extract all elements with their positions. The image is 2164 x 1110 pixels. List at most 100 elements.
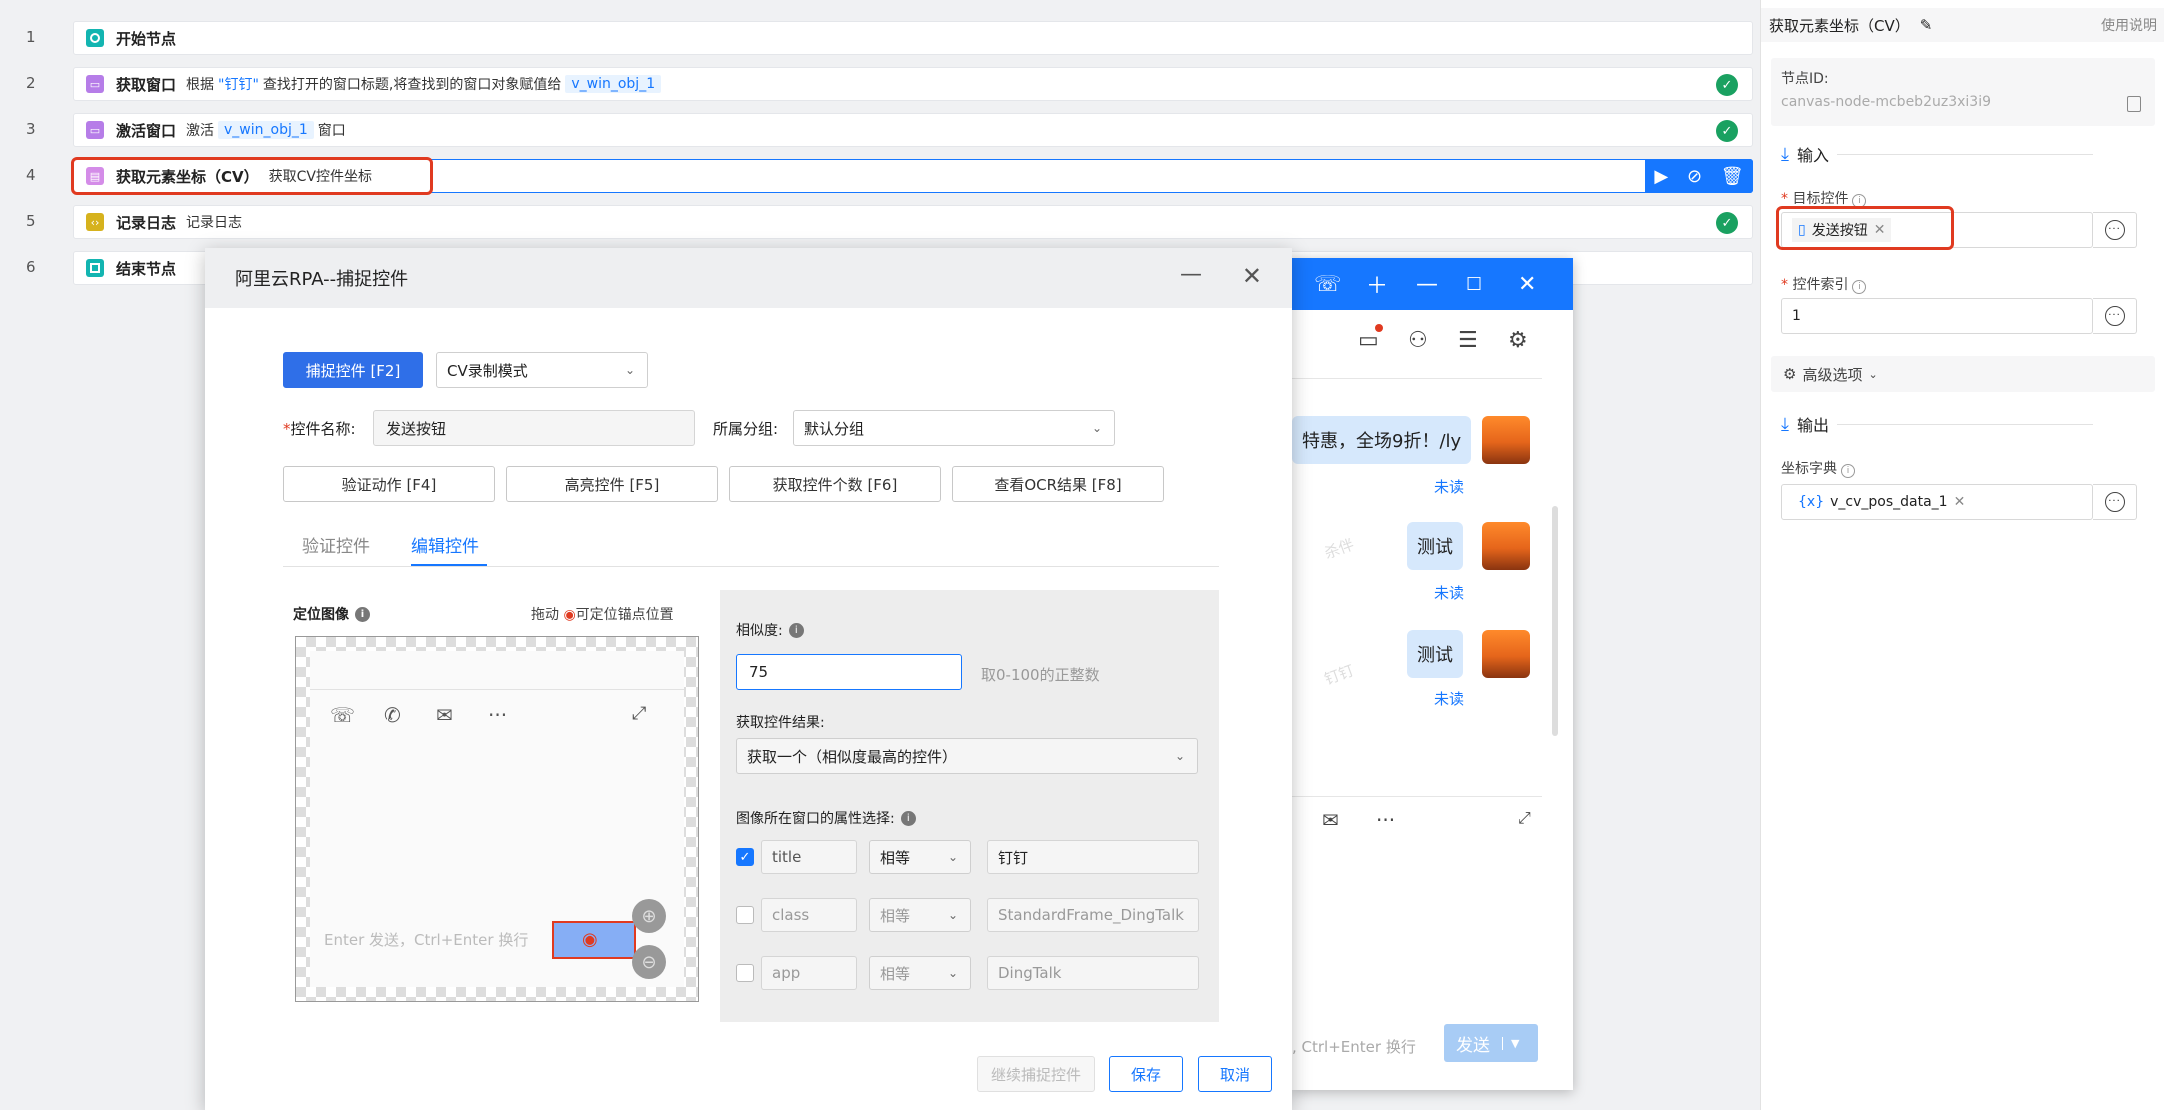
name-input[interactable]: 发送按钮 [373,410,695,446]
preview-image[interactable]: ☏ ✆ ✉ ··· ⤢ Enter 发送，Ctrl+Enter 换行 ◉ ⊕ ⊖ [295,636,699,1002]
phone-icon[interactable]: ☏ [1314,272,1342,297]
similarity-input[interactable]: 75 [736,654,962,690]
input-icon: ⤓ [1781,143,1789,165]
desc-text: 根据 [186,77,215,93]
anchor-box[interactable]: ◉ [552,921,636,959]
advanced-options[interactable]: ⚙ 高级选项 ⌄ [1771,356,2155,392]
coord-value: v_cv_pos_data_1 [1830,494,1948,510]
node-actions: ▶ ⊘ 🗑 [1645,159,1753,193]
variable-icon: {x} [1798,494,1825,510]
output-icon: ⤓ [1781,413,1789,435]
variable-chip: v_win_obj_1 [565,75,662,93]
drag-hint-text: 拖动 [531,607,559,623]
attr-op-value: 相等 [880,848,911,867]
tab-verify[interactable]: 验证控件 [302,532,370,557]
ocr-button[interactable]: 查看OCR结果 [F8] [952,466,1164,502]
expand-icon[interactable]: ⤢ [1518,808,1531,828]
count-button[interactable]: 获取控件个数 [F6] [729,466,941,502]
flow-node-get-window[interactable]: ▭ 获取窗口 根据 "钉钉" 查找打开的窗口标题,将查找到的窗口对象赋值给 v_… [73,67,1753,101]
more-icon[interactable]: ··· [1376,808,1395,832]
close-icon[interactable]: ✕ [1242,262,1262,290]
index-more-button[interactable]: ··· [2093,298,2137,334]
attr-op-value: 相等 [880,906,911,925]
capture-dialog: 阿里云RPA--捕捉控件 — ✕ 捕捉控件 [F2] CV录制模式 ⌄ *控件名称… [205,248,1292,1110]
section-title: 输出 [1796,416,1829,435]
minimize-icon[interactable]: — [1180,262,1202,287]
result-select[interactable]: 获取一个（相似度最高的控件） ⌄ [736,738,1198,774]
add-icon[interactable]: ＋ [1366,268,1388,300]
coord-more-button[interactable]: ··· [2093,484,2137,520]
dialog-header: 阿里云RPA--捕捉控件 — ✕ [205,248,1292,308]
save-button[interactable]: 保存 [1109,1056,1183,1092]
attr-value-input[interactable]: 钉钉 [987,840,1199,874]
send-button[interactable]: 发送 ▼ [1444,1024,1538,1062]
disable-icon[interactable]: ⊘ [1687,166,1702,187]
result-value: 获取一个（相似度最高的控件） [747,747,958,766]
dingtalk-chat-window: ☏ ＋ — ☐ ✕ ▭ ⚇ ☰ ⚙ 特惠，全场9折！/ly 未读 杀伴 测试 未… [1292,258,1573,1090]
run-icon[interactable]: ▶ [1654,166,1668,187]
row-number: 3 [26,120,36,138]
settings-icon[interactable]: ⚙ [1508,328,1528,353]
watermark: 杀伴 [1321,535,1357,563]
panel-title: 获取元素坐标（CV） [1769,16,1910,35]
attr-value-input[interactable]: StandardFrame_DingTalk [987,898,1199,932]
scrollbar[interactable] [1552,506,1558,736]
cancel-button[interactable]: 取消 [1198,1056,1272,1092]
input-hint: , Ctrl+Enter 换行 [1292,1038,1416,1056]
attr-op-select[interactable]: 相等 ⌄ [869,840,971,874]
node-title: 结束节点 [116,259,177,278]
success-check-icon: ✓ [1716,212,1738,234]
index-label: * 控件索引 i [1781,274,1867,294]
capture-button[interactable]: 捕捉控件 [F2] [283,352,423,388]
search-list-icon[interactable]: ☰ [1458,328,1478,353]
tab-edit[interactable]: 编辑控件 [411,532,479,557]
avatar [1482,416,1530,464]
success-check-icon: ✓ [1716,120,1738,142]
index-field[interactable]: 1 [1781,298,2093,334]
desc-text: 查找打开的窗口标题,将查找到的窗口对象赋值给 [262,77,562,93]
flow-node-start[interactable]: 开始节点 [73,21,1753,55]
preview-hint: Enter 发送，Ctrl+Enter 换行 [324,931,529,949]
message-bubble: 测试 [1407,522,1463,570]
maximize-icon[interactable]: ☐ [1466,274,1482,295]
close-icon[interactable]: ✕ [1518,272,1536,297]
attr-value-input[interactable]: DingTalk [987,956,1199,990]
coord-field[interactable]: {x} v_cv_pos_data_1 ✕ [1781,484,2093,520]
row-number: 4 [26,166,36,184]
index-label-text: 控件索引 [1792,277,1849,293]
similarity-label: 相似度: i [736,620,804,640]
add-user-icon[interactable]: ⚇ [1408,328,1428,353]
highlight-button[interactable]: 高亮控件 [F5] [506,466,718,502]
zoom-in-icon[interactable]: ⊕ [632,899,666,933]
attr-op-select[interactable]: 相等 ⌄ [869,956,971,990]
attr-checkbox-app[interactable] [736,964,754,982]
drag-hint-text: 可定位锚点位置 [575,607,674,623]
chevron-down-icon: ⌄ [947,850,958,864]
flow-node-activate-window[interactable]: ▭ 激活窗口 激活 v_win_obj_1 窗口 ✓ [73,113,1753,147]
help-link[interactable]: 使用说明 [2101,15,2157,35]
group-select[interactable]: 默认分组 ⌄ [793,410,1115,446]
mode-select[interactable]: CV录制模式 ⌄ [436,352,648,388]
attr-op-select[interactable]: 相等 ⌄ [869,898,971,932]
copy-icon[interactable] [2127,96,2141,112]
close-icon[interactable]: ✕ [1954,494,1966,510]
attr-checkbox-class[interactable] [736,906,754,924]
delete-icon[interactable]: 🗑 [1721,166,1744,187]
gear-icon: ⚙ [1783,365,1797,383]
flow-node-log[interactable]: ‹› 记录日志 记录日志 ✓ [73,205,1753,239]
dialog-title: 阿里云RPA--捕捉控件 [235,269,409,290]
zoom-out-icon[interactable]: ⊖ [632,945,666,979]
target-more-button[interactable]: ··· [2093,212,2137,248]
folder-icon[interactable]: ▭ [1358,324,1383,353]
drag-hint: 拖动 ◉可定位锚点位置 [531,604,674,624]
continue-capture-button[interactable]: 继续捕捉控件 [977,1056,1095,1092]
mail-icon[interactable]: ✉ [1322,808,1339,832]
name-label: *控件名称: [283,420,356,438]
minimize-icon[interactable]: — [1416,272,1438,297]
section-input: ⤓ 输入 [1781,142,2093,166]
node-description: 根据 "钉钉" 查找打开的窗口标题,将查找到的窗口对象赋值给 v_win_obj… [186,74,662,94]
verify-action-button[interactable]: 验证动作 [F4] [283,466,495,502]
attr-checkbox-title[interactable]: ✓ [736,848,754,866]
edit-icon[interactable]: ✎ [1920,16,1933,34]
flow-row: 2 ▭ 获取窗口 根据 "钉钉" 查找打开的窗口标题,将查找到的窗口对象赋值给 … [8,64,1760,102]
